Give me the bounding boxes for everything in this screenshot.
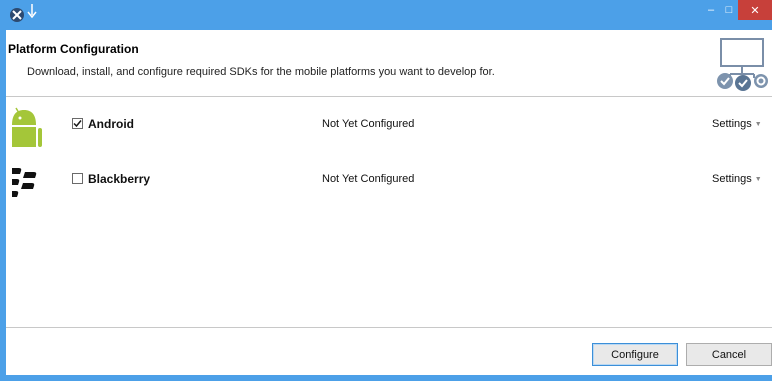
platform-status-blackberry: Not Yet Configured <box>322 173 415 185</box>
configure-wizard-icon <box>717 38 768 91</box>
window-bottom-border <box>0 375 772 381</box>
pin-icon[interactable] <box>26 3 38 21</box>
platform-list: Android Not Yet Configured Settings ▼ Bl… <box>6 97 772 327</box>
platform-name-blackberry[interactable]: Blackberry <box>88 172 150 186</box>
chevron-down-icon: ▼ <box>754 175 762 183</box>
android-checkbox[interactable] <box>72 118 83 129</box>
maximize-button[interactable]: □ <box>718 0 740 20</box>
chevron-down-icon: ▼ <box>754 120 762 128</box>
wizard-header: Platform Configuration Download, install… <box>6 30 772 97</box>
blackberry-settings-dropdown[interactable]: Settings ▼ <box>712 173 762 185</box>
settings-label: Settings <box>712 118 752 130</box>
checkmark-icon <box>73 120 82 128</box>
app-icon <box>10 8 24 22</box>
title-bar: – □ ✕ <box>0 0 772 30</box>
platform-status-android: Not Yet Configured <box>322 118 415 130</box>
platform-row-android: Android Not Yet Configured Settings ▼ <box>6 97 772 147</box>
android-icon <box>12 107 42 147</box>
cancel-button[interactable]: Cancel <box>686 343 772 366</box>
page-title: Platform Configuration <box>8 42 139 56</box>
platform-name-android[interactable]: Android <box>88 117 134 131</box>
configure-button[interactable]: Configure <box>592 343 678 366</box>
platform-row-blackberry: Blackberry Not Yet Configured Settings ▼ <box>6 152 772 202</box>
close-button[interactable]: ✕ <box>738 0 772 20</box>
platform-configuration-window: – □ ✕ Platform Configuration Download, i… <box>0 0 772 381</box>
page-description: Download, install, and configure require… <box>27 66 495 78</box>
blackberry-checkbox[interactable] <box>72 173 83 184</box>
button-bar: Configure Cancel <box>6 327 772 376</box>
settings-label: Settings <box>712 173 752 185</box>
blackberry-icon <box>12 168 37 197</box>
android-settings-dropdown[interactable]: Settings ▼ <box>712 118 762 130</box>
